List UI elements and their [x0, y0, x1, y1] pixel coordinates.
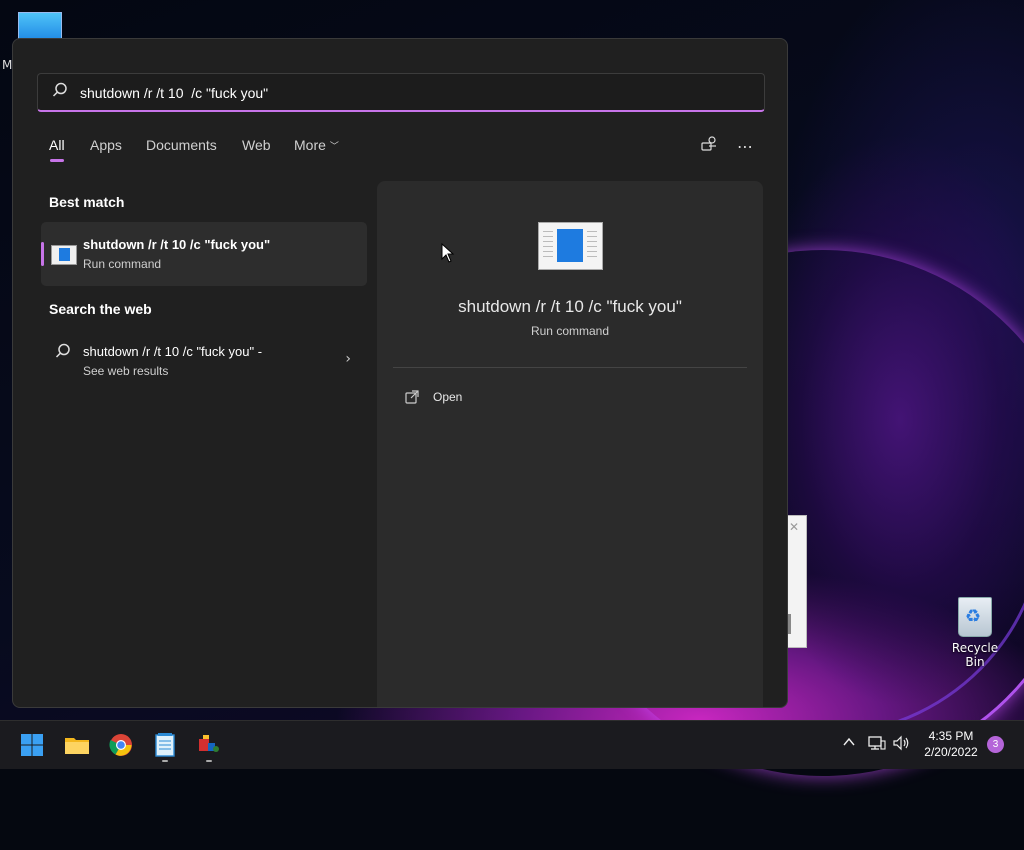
best-match-heading: Best match	[49, 194, 125, 210]
selection-accent	[41, 242, 44, 266]
notepad-button[interactable]	[147, 727, 183, 763]
background-window[interactable]: ✕	[786, 515, 807, 648]
account-switch-icon	[701, 136, 716, 151]
tab-web-label: Web	[242, 137, 271, 153]
running-indicator	[206, 760, 212, 762]
run-command-icon	[51, 245, 77, 265]
ellipsis-icon: ⋯	[737, 137, 753, 156]
background-window-scrollbar[interactable]	[788, 614, 791, 634]
recycle-bin-icon: ♻	[958, 597, 992, 637]
tab-more-label: More	[294, 137, 326, 153]
chevron-down-icon: ﹀	[329, 141, 339, 151]
search-icon	[55, 343, 71, 363]
preview-title: shutdown /r /t 10 /c "fuck you"	[458, 297, 682, 316]
chrome-icon	[109, 734, 132, 756]
desktop-shortcut-label: M	[2, 58, 13, 72]
chrome-button[interactable]	[103, 727, 139, 763]
result-preview-pane: shutdown /r /t 10 /c "fuck you" Run comm…	[377, 181, 763, 707]
preview-subtitle: Run command	[530, 324, 610, 338]
web-result-subtitle: See web results	[83, 364, 169, 378]
open-action-label: Open	[433, 390, 463, 404]
tab-all-label: All	[49, 137, 65, 153]
tab-documents-label: Documents	[146, 137, 217, 153]
mouse-cursor-icon	[441, 242, 455, 267]
divider	[393, 367, 747, 368]
tab-more[interactable]: More ﹀	[294, 137, 339, 153]
search-web-heading: Search the web	[49, 301, 152, 317]
notification-badge[interactable]: 3	[987, 736, 1004, 753]
best-match-subtitle: Run command	[83, 257, 162, 271]
tab-documents[interactable]: Documents	[146, 137, 217, 153]
file-explorer-button[interactable]	[59, 727, 95, 763]
tab-apps-label: Apps	[90, 137, 122, 153]
tab-all[interactable]: All	[49, 137, 65, 162]
search-icon	[52, 82, 68, 102]
app-button[interactable]	[191, 727, 227, 763]
taskbar: 4:35 PM 2/20/2022 3	[0, 720, 1024, 769]
web-result-title: shutdown /r /t 10 /c "fuck you" -	[83, 344, 263, 359]
web-search-result[interactable]: shutdown /r /t 10 /c "fuck you" - See we…	[41, 331, 367, 389]
search-box[interactable]	[37, 73, 765, 112]
open-external-icon	[405, 389, 419, 408]
start-icon	[21, 734, 43, 756]
run-command-large-icon	[538, 222, 603, 270]
search-input[interactable]	[78, 80, 742, 106]
recycle-bin[interactable]: ♻ Recycle Bin	[942, 597, 1008, 669]
app-icon	[199, 735, 219, 752]
clock-time: 4:35 PM	[928, 729, 974, 743]
notepad-icon	[155, 733, 175, 757]
best-match-result[interactable]: shutdown /r /t 10 /c "fuck you" Run comm…	[41, 222, 367, 286]
file-explorer-icon	[65, 738, 89, 754]
running-indicator	[162, 760, 168, 762]
volume-icon[interactable]	[893, 735, 911, 755]
tab-web[interactable]: Web	[242, 137, 271, 153]
close-icon[interactable]: ✕	[789, 520, 799, 534]
active-tab-indicator	[50, 159, 64, 162]
recycle-bin-label: Recycle Bin	[951, 641, 999, 669]
clock-date: 2/20/2022	[924, 745, 978, 759]
chevron-up-icon[interactable]	[842, 735, 856, 753]
clock[interactable]: 4:35 PM 2/20/2022	[918, 728, 984, 760]
more-options-button[interactable]: ⋯	[733, 135, 757, 159]
search-panel: All Apps Documents Web More﹀ ⋯ Best matc…	[12, 38, 788, 708]
tab-apps[interactable]: Apps	[90, 137, 122, 153]
account-switch-button[interactable]	[697, 135, 721, 159]
best-match-title: shutdown /r /t 10 /c "fuck you"	[83, 237, 271, 252]
start-button[interactable]	[14, 727, 50, 763]
network-icon[interactable]	[868, 735, 886, 755]
chevron-right-icon[interactable]: ›	[345, 351, 351, 367]
